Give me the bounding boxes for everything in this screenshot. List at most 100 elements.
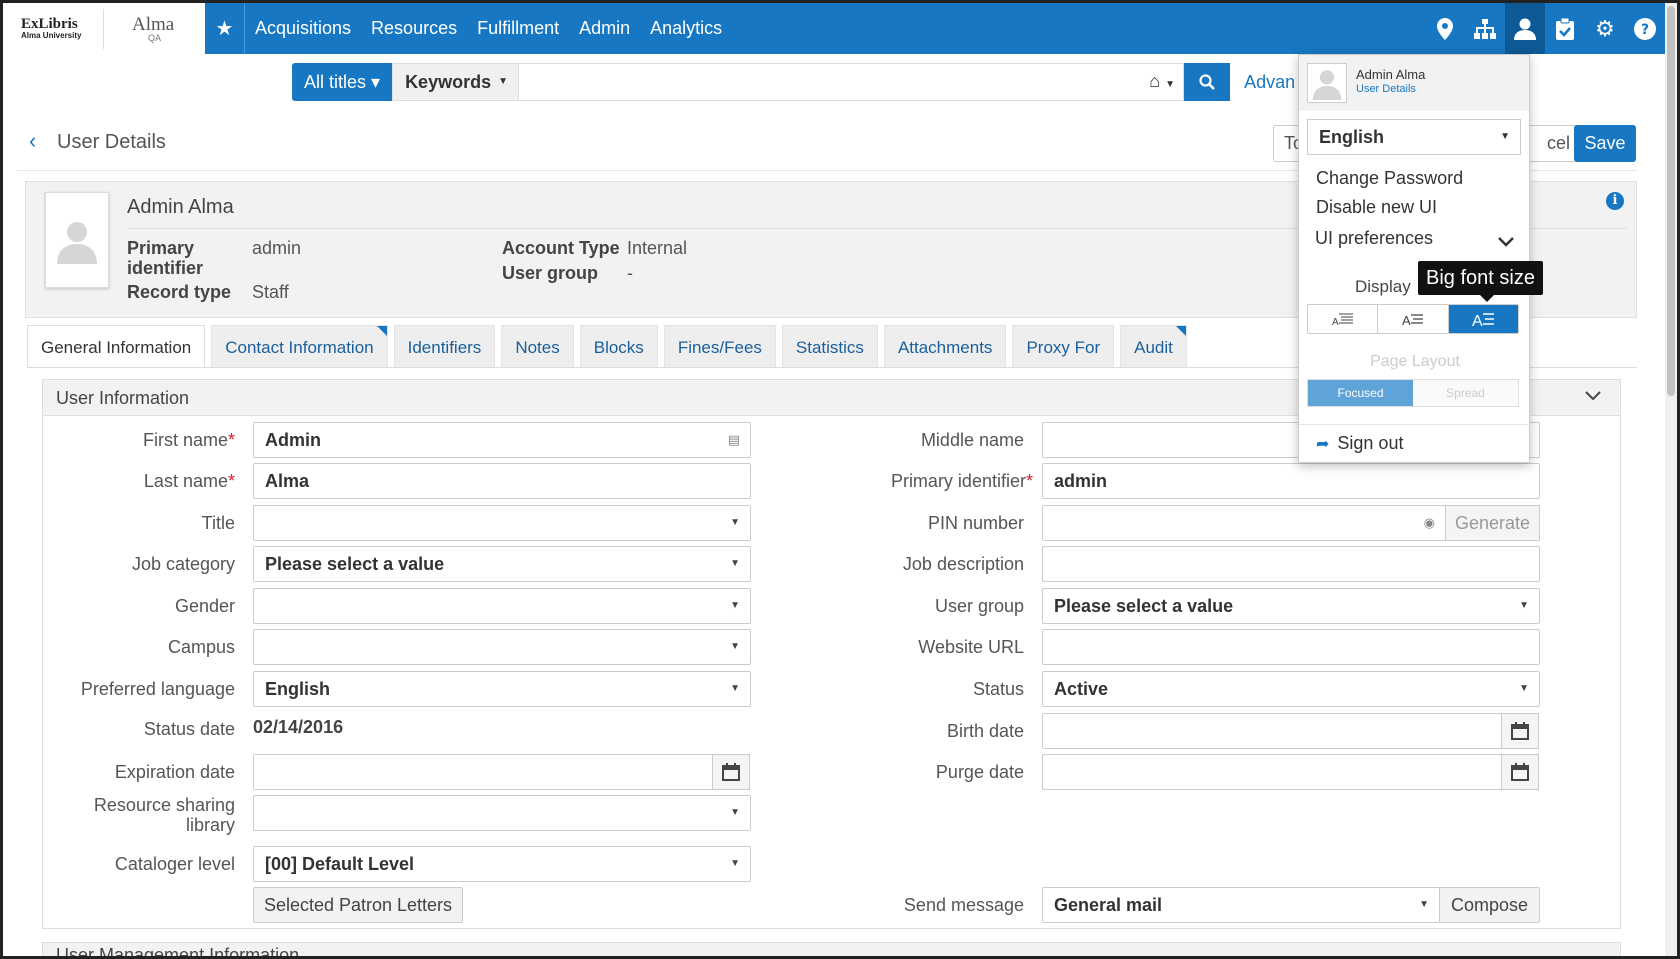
- nav-admin[interactable]: Admin: [569, 3, 640, 54]
- birth-date-input[interactable]: [1042, 713, 1502, 749]
- user-group-select[interactable]: Please select a value ▼: [1042, 588, 1540, 624]
- purge-date-input[interactable]: [1042, 754, 1502, 790]
- calendar-icon[interactable]: [712, 754, 750, 790]
- spread-layout-button[interactable]: Spread: [1413, 380, 1518, 406]
- change-password-link[interactable]: Change Password: [1316, 168, 1463, 189]
- chevron-down-icon[interactable]: [1497, 231, 1515, 254]
- nav-analytics[interactable]: Analytics: [640, 3, 732, 54]
- chevron-down-icon: ▼: [730, 600, 740, 611]
- user-icon[interactable]: [1505, 3, 1545, 54]
- job-description-label: Job description: [902, 554, 1024, 574]
- divider: [1299, 424, 1531, 425]
- cataloger-level-select[interactable]: [00] Default Level ▼: [253, 846, 751, 882]
- campus-select[interactable]: ▼: [253, 629, 751, 665]
- selected-patron-letters-button[interactable]: Selected Patron Letters: [253, 887, 463, 923]
- expiration-date-label: Expiration date: [114, 762, 235, 782]
- help-icon[interactable]: ?: [1625, 3, 1665, 54]
- record-type-label: Record type: [127, 282, 232, 302]
- status-date-label: Status date: [143, 719, 235, 739]
- tab-contact-information[interactable]: Contact Information: [211, 325, 388, 368]
- first-name-input[interactable]: Admin ▤: [253, 422, 751, 458]
- location-pin-icon[interactable]: [1425, 3, 1465, 54]
- vertical-scrollbar[interactable]: [1665, 3, 1677, 956]
- medium-font-size-button[interactable]: A: [1378, 305, 1449, 333]
- search-field-dropdown[interactable]: Keywords ▼: [392, 63, 520, 101]
- chevron-down-icon: ▼: [730, 807, 740, 818]
- nav-acquisitions[interactable]: Acquisitions: [245, 3, 361, 54]
- tab-audit[interactable]: Audit: [1120, 325, 1187, 368]
- search-button[interactable]: [1184, 63, 1231, 101]
- search-input[interactable]: ⌂ ▼: [519, 63, 1185, 101]
- ui-preferences-toggle[interactable]: UI preferences: [1315, 228, 1433, 249]
- tab-general-information[interactable]: General Information: [27, 325, 206, 368]
- disable-new-ui-link[interactable]: Disable new UI: [1316, 197, 1437, 218]
- tab-identifiers[interactable]: Identifiers: [393, 325, 496, 368]
- sitemap-icon[interactable]: [1465, 3, 1505, 54]
- advanced-search-link[interactable]: Advan: [1244, 63, 1295, 101]
- sign-out-link[interactable]: ➦ Sign out: [1316, 433, 1403, 454]
- tab-blocks[interactable]: Blocks: [579, 325, 658, 368]
- send-message-select[interactable]: General mail ▼: [1042, 887, 1440, 923]
- user-group-value: -: [627, 263, 633, 283]
- job-category-select[interactable]: Please select a value ▼: [253, 546, 751, 582]
- user-details-link[interactable]: User Details: [1356, 83, 1416, 95]
- chevron-down-icon[interactable]: [1584, 380, 1602, 416]
- language-select[interactable]: English ▼: [1307, 119, 1521, 155]
- tab-notes[interactable]: Notes: [501, 325, 574, 368]
- font-size-selector: A A A: [1307, 304, 1519, 334]
- home-scope-icon[interactable]: ⌂ ▼: [1149, 71, 1175, 92]
- logo-area[interactable]: ExLibris Alma University Alma QA: [3, 3, 205, 54]
- clipboard-check-icon[interactable]: [1545, 3, 1585, 54]
- eye-icon[interactable]: ◉: [1424, 506, 1435, 540]
- title-label: Title: [201, 513, 235, 533]
- primary-identifier-input[interactable]: admin: [1042, 463, 1540, 499]
- nav-fulfillment[interactable]: Fulfillment: [467, 3, 569, 54]
- user-menu-dropdown: Admin Alma User Details English ▼ Change …: [1298, 54, 1531, 463]
- favorites-star-icon[interactable]: ★: [205, 3, 245, 54]
- user-management-section-header[interactable]: User Management Information: [42, 942, 1621, 959]
- compose-button[interactable]: Compose: [1439, 887, 1540, 923]
- resource-sharing-select[interactable]: ▼: [253, 795, 751, 831]
- job-category-label: Job category: [131, 554, 235, 574]
- back-arrow-icon[interactable]: ‹: [29, 128, 36, 154]
- focused-layout-button[interactable]: Focused: [1308, 380, 1413, 406]
- preferred-language-select[interactable]: English ▼: [253, 671, 751, 707]
- status-date-value: 02/14/2016: [253, 717, 344, 737]
- tab-fines-fees[interactable]: Fines/Fees: [663, 325, 776, 368]
- search-type-dropdown[interactable]: All titles ▾: [292, 63, 393, 101]
- save-button[interactable]: Save: [1574, 125, 1636, 162]
- status-label: Status: [972, 679, 1024, 699]
- svg-text:A: A: [1472, 313, 1483, 327]
- pin-number-input[interactable]: ◉: [1042, 505, 1446, 541]
- tab-proxy-for[interactable]: Proxy For: [1012, 325, 1115, 368]
- nav-resources[interactable]: Resources: [361, 3, 467, 54]
- page-title: User Details: [57, 131, 166, 153]
- gender-label: Gender: [174, 596, 235, 616]
- primary-identifier-value: admin: [252, 238, 302, 258]
- calendar-icon[interactable]: [1501, 713, 1539, 749]
- calendar-icon[interactable]: [1501, 754, 1539, 790]
- generate-button[interactable]: Generate: [1445, 505, 1540, 541]
- preferred-language-label: Preferred language: [80, 679, 235, 699]
- user-menu-name: Admin Alma: [1356, 67, 1426, 82]
- gender-select[interactable]: ▼: [253, 588, 751, 624]
- primary-identifier-field-label: Primary identifier*: [890, 471, 1033, 491]
- small-font-size-button[interactable]: A: [1308, 305, 1379, 333]
- status-select[interactable]: Active ▼: [1042, 671, 1540, 707]
- expiration-date-input[interactable]: [253, 754, 713, 790]
- tab-attachments[interactable]: Attachments: [883, 325, 1007, 368]
- pin-number-label: PIN number: [927, 513, 1024, 533]
- primary-identifier-label: Primary identifier: [127, 238, 204, 278]
- svg-text:A: A: [1402, 313, 1411, 326]
- title-select[interactable]: ▼: [253, 505, 751, 541]
- scrollbar-thumb[interactable]: [1667, 6, 1675, 396]
- info-icon[interactable]: i: [1606, 192, 1624, 210]
- last-name-input[interactable]: Alma: [253, 463, 751, 499]
- tab-statistics[interactable]: Statistics: [781, 325, 878, 368]
- campus-label: Campus: [167, 637, 235, 657]
- nav-icons: ⚙ ?: [1425, 3, 1665, 54]
- website-url-input[interactable]: [1042, 629, 1540, 665]
- big-font-size-button[interactable]: A: [1448, 305, 1518, 333]
- gear-icon[interactable]: ⚙: [1585, 3, 1625, 54]
- job-description-input[interactable]: [1042, 546, 1540, 582]
